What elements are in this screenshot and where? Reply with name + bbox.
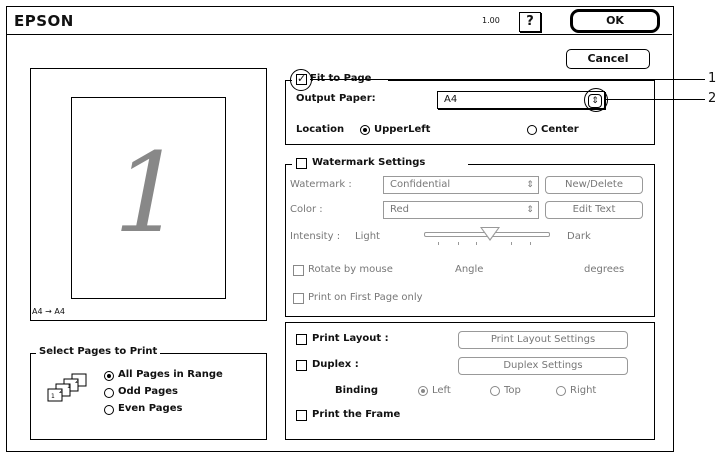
slider-tick	[458, 242, 459, 245]
slider-tick	[476, 242, 477, 245]
svg-text:2: 2	[59, 388, 63, 395]
first-page-only-checkbox[interactable]	[293, 293, 304, 304]
binding-right-label: Right	[570, 385, 597, 396]
all-pages-radio[interactable]	[104, 371, 114, 381]
callout-1-line	[310, 79, 705, 80]
print-frame-checkbox[interactable]	[296, 410, 307, 421]
slider-tick	[438, 242, 439, 245]
odd-pages-label: Odd Pages	[118, 386, 178, 397]
intensity-light-label: Light	[355, 231, 380, 242]
color-value: Red	[390, 204, 409, 215]
svg-text:1: 1	[67, 383, 71, 390]
odd-pages-radio[interactable]	[104, 388, 114, 398]
degrees-label: degrees	[584, 264, 625, 275]
output-paper-select[interactable]: A4 ⇕	[437, 91, 605, 109]
rotate-checkbox[interactable]	[293, 265, 304, 276]
binding-top-radio[interactable]	[490, 386, 500, 396]
print-layout-settings-button[interactable]: Print Layout Settings	[458, 331, 628, 349]
version-label: 1.00	[482, 16, 500, 25]
svg-text:1: 1	[51, 393, 55, 400]
duplex-checkbox[interactable]	[296, 360, 307, 371]
even-pages-radio[interactable]	[104, 405, 114, 415]
watermark-value: Confidential	[390, 179, 451, 190]
upperleft-label: UpperLeft	[374, 124, 431, 135]
watermark-label: Watermark :	[290, 179, 352, 190]
print-layout-checkbox[interactable]	[296, 334, 307, 345]
svg-text:2: 2	[75, 378, 79, 385]
binding-right-radio[interactable]	[556, 386, 566, 396]
output-paper-label: Output Paper:	[296, 93, 376, 104]
paper-size-label: A4 → A4	[32, 307, 65, 316]
callout-2-number: 2	[708, 91, 717, 106]
color-select[interactable]: Red ⇕	[383, 201, 539, 219]
print-frame-label: Print the Frame	[312, 409, 401, 420]
ok-button[interactable]: OK	[570, 9, 660, 33]
center-label: Center	[541, 124, 579, 135]
preview-page-number: 1	[113, 129, 184, 257]
up-down-arrows-icon: ⇕	[526, 180, 534, 190]
intensity-slider-knob-face	[482, 228, 498, 239]
new-delete-button[interactable]: New/Delete	[545, 176, 643, 194]
select-pages-title: Select Pages to Print	[36, 346, 161, 357]
intensity-dark-label: Dark	[567, 231, 591, 242]
upperleft-radio[interactable]	[360, 125, 370, 135]
pages-stack-icon: 21 21	[47, 373, 87, 402]
slider-tick	[511, 242, 512, 245]
rotate-label: Rotate by mouse	[308, 264, 393, 275]
help-button[interactable]: ?	[519, 12, 541, 32]
intensity-label: Intensity :	[290, 231, 341, 242]
color-label: Color :	[290, 204, 323, 215]
even-pages-label: Even Pages	[118, 403, 183, 414]
output-paper-value: A4	[444, 94, 458, 105]
watermark-select[interactable]: Confidential ⇕	[383, 176, 539, 194]
cancel-button[interactable]: Cancel	[566, 49, 650, 69]
slider-tick	[530, 242, 531, 245]
duplex-settings-button[interactable]: Duplex Settings	[458, 357, 628, 375]
edit-text-button[interactable]: Edit Text	[545, 201, 643, 219]
callout-2-circle	[584, 88, 608, 112]
callout-1-number: 1	[708, 71, 717, 86]
print-layout-label: Print Layout :	[312, 333, 389, 344]
binding-left-radio[interactable]	[418, 386, 428, 396]
epson-logo: EPSON	[14, 12, 74, 30]
angle-label: Angle	[455, 264, 484, 275]
center-radio[interactable]	[527, 125, 537, 135]
watermark-settings-label: Watermark Settings	[312, 157, 426, 168]
header-divider	[6, 34, 672, 35]
binding-top-label: Top	[504, 385, 521, 396]
callout-2-line	[606, 99, 705, 100]
watermark-checkbox[interactable]	[296, 158, 307, 169]
all-pages-label: All Pages in Range	[118, 369, 223, 380]
binding-left-label: Left	[432, 385, 451, 396]
preview-page: 1	[71, 97, 226, 299]
first-page-only-label: Print on First Page only	[308, 292, 423, 303]
up-down-arrows-icon: ⇕	[526, 205, 534, 215]
location-label: Location	[296, 124, 345, 135]
callout-1-circle	[290, 69, 312, 91]
binding-label: Binding	[335, 385, 379, 396]
duplex-label: Duplex :	[312, 359, 359, 370]
